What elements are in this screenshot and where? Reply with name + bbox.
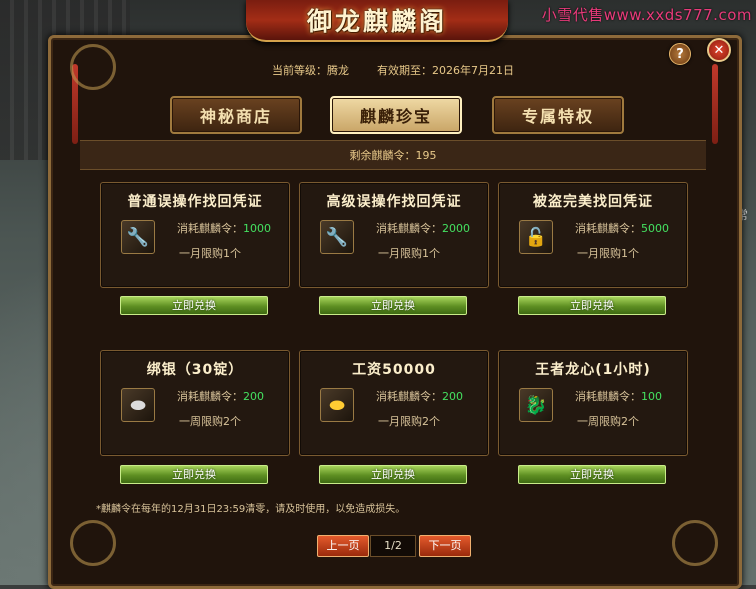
item-limit: 一月限购1个 [577, 247, 639, 260]
item-cost: 消耗麒麟令：100 [575, 390, 662, 403]
item-cost: 消耗麒麟令：5000 [575, 222, 669, 235]
item-cost: 消耗麒麟令：1000 [177, 222, 271, 235]
redeem-button[interactable]: 立即兑换 [120, 296, 268, 315]
item-title: 高级误操作找回凭证 [326, 194, 462, 210]
chest-icon[interactable]: 🔓 [519, 220, 553, 254]
item-cost: 消耗麒麟令：200 [376, 390, 463, 403]
next-page-button[interactable]: 下一页 [419, 535, 471, 557]
item-cost: 消耗麒麟令：2000 [376, 222, 470, 235]
wrench-icon[interactable]: 🔧 [121, 220, 155, 254]
window-title: 御龙麒麟阁 [306, 7, 447, 36]
item-card: 王者龙心(1小时) 🐉 消耗麒麟令：100 一周限购2个 [498, 350, 688, 456]
item-title: 被盗完美找回凭证 [533, 194, 653, 210]
redeem-button[interactable]: 立即兑换 [319, 465, 467, 484]
item-limit: 一周限购2个 [577, 415, 639, 428]
pagination: 上一页 1/2 下一页 [0, 535, 756, 557]
close-button[interactable]: ✕ [707, 38, 731, 62]
seller-watermark: 小雪代售www.xxds777.com [541, 6, 752, 24]
item-card: 普通误操作找回凭证 🔧 消耗麒麟令：1000 一月限购1个 [100, 182, 290, 288]
window-title-banner: 御龙麒麟阁 [246, 0, 508, 42]
item-limit: 一周限购2个 [179, 415, 241, 428]
redeem-button[interactable]: 立即兑换 [120, 465, 268, 484]
item-limit: 一月限购2个 [378, 415, 440, 428]
tab-bar: 神秘商店 麒麟珍宝 专属特权 [0, 96, 756, 134]
tab-mystery-shop[interactable]: 神秘商店 [170, 96, 302, 134]
member-info-bar: 当前等级：腾龙 有效期至：2026年7月21日 [80, 55, 706, 85]
gold-ingot-icon[interactable]: ⬬ [320, 388, 354, 422]
item-title: 王者龙心(1小时) [535, 362, 651, 378]
redeem-button[interactable]: 立即兑换 [518, 465, 666, 484]
item-title: 普通误操作找回凭证 [127, 194, 263, 210]
remaining-tokens: 剩余麒麟令：195 [80, 140, 706, 170]
dragon-heart-icon[interactable]: 🐉 [519, 388, 553, 422]
current-level: 当前等级：腾龙 [272, 64, 349, 77]
item-title: 工资50000 [352, 362, 436, 378]
item-card: 高级误操作找回凭证 🔧 消耗麒麟令：2000 一月限购1个 [299, 182, 489, 288]
reset-notice: *麒麟令在每年的12月31日23:59清零，请及时使用，以免造成损失。 [96, 504, 406, 515]
redeem-button[interactable]: 立即兑换 [319, 296, 467, 315]
item-cost: 消耗麒麟令：200 [177, 390, 264, 403]
item-card: 绑银（30锭） ⬬ 消耗麒麟令：200 一周限购2个 [100, 350, 290, 456]
page-indicator: 1/2 [370, 535, 416, 557]
item-limit: 一月限购1个 [378, 247, 440, 260]
tab-exclusive-privileges[interactable]: 专属特权 [492, 96, 624, 134]
wrench-icon[interactable]: 🔧 [320, 220, 354, 254]
item-card: 被盗完美找回凭证 🔓 消耗麒麟令：5000 一月限购1个 [498, 182, 688, 288]
item-limit: 一月限购1个 [179, 247, 241, 260]
prev-page-button[interactable]: 上一页 [317, 535, 369, 557]
item-card: 工资50000 ⬬ 消耗麒麟令：200 一月限购2个 [299, 350, 489, 456]
valid-until: 有效期至：2026年7月21日 [377, 64, 514, 77]
redeem-button[interactable]: 立即兑换 [518, 296, 666, 315]
item-title: 绑银（30锭） [146, 362, 244, 378]
tab-qilin-treasure[interactable]: 麒麟珍宝 [330, 96, 462, 134]
silver-ingot-icon[interactable]: ⬬ [121, 388, 155, 422]
